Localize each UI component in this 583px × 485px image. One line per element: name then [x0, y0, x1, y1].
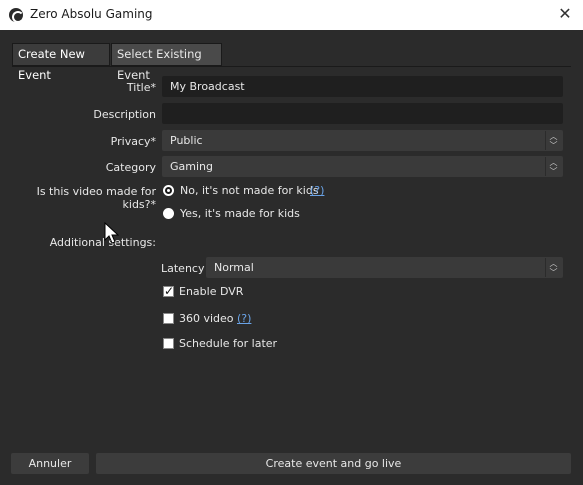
tab-select-existing-event[interactable]: Select Existing Event — [111, 43, 222, 82]
schedule-later-label[interactable]: Schedule for later — [179, 337, 277, 350]
privacy-label: Privacy* — [110, 135, 156, 148]
radio-for-kids-label[interactable]: Yes, it's made for kids — [180, 207, 300, 220]
tab-panel-border — [12, 66, 571, 67]
title-label: Title* — [126, 81, 156, 94]
kids-help-link[interactable]: (?) — [310, 184, 324, 197]
latency-label: Latency — [161, 262, 205, 275]
kids-label: Is this video made for kids?* — [36, 185, 156, 211]
video-360-help-link[interactable]: (?) — [237, 312, 251, 325]
category-label: Category — [105, 161, 156, 174]
privacy-value: Public — [170, 134, 203, 147]
enable-dvr-label[interactable]: Enable DVR — [179, 285, 243, 298]
category-select[interactable]: Gaming ︿ ﹀ — [162, 156, 563, 177]
video-360-checkbox[interactable] — [163, 313, 174, 324]
radio-not-for-kids[interactable] — [163, 185, 174, 196]
latency-value: Normal — [214, 261, 254, 274]
checkmark-icon: ✓ — [164, 284, 175, 298]
schedule-later-checkbox[interactable] — [163, 338, 174, 349]
chevron-updown-icon: ︿ ﹀ — [545, 157, 561, 176]
mouse-cursor-icon — [104, 222, 120, 244]
additional-settings-label: Additional settings: — [49, 236, 156, 249]
description-label: Description — [93, 108, 156, 121]
cancel-button[interactable]: Annuler — [11, 453, 89, 474]
title-bar: Zero Absolu Gaming ✕ — [0, 0, 583, 30]
create-event-go-live-button[interactable]: Create event and go live — [96, 453, 571, 474]
video-360-label[interactable]: 360 video — [179, 312, 234, 325]
chevron-updown-icon: ︿ ﹀ — [545, 131, 561, 150]
enable-dvr-checkbox[interactable]: ✓ — [163, 284, 175, 298]
obs-icon — [9, 8, 24, 23]
category-value: Gaming — [170, 160, 213, 173]
radio-for-kids[interactable] — [163, 208, 174, 219]
tab-create-new-event[interactable]: Create New Event — [12, 43, 110, 82]
window-title: Zero Absolu Gaming — [30, 7, 153, 21]
close-icon[interactable]: ✕ — [555, 4, 575, 24]
title-input[interactable]: My Broadcast — [162, 76, 563, 97]
privacy-select[interactable]: Public ︿ ﹀ — [162, 130, 563, 151]
radio-not-for-kids-label[interactable]: No, it's not made for kids — [180, 184, 319, 197]
chevron-updown-icon: ︿ ﹀ — [545, 258, 561, 277]
latency-select[interactable]: Normal ︿ ﹀ — [206, 257, 563, 278]
description-input[interactable] — [162, 103, 563, 124]
